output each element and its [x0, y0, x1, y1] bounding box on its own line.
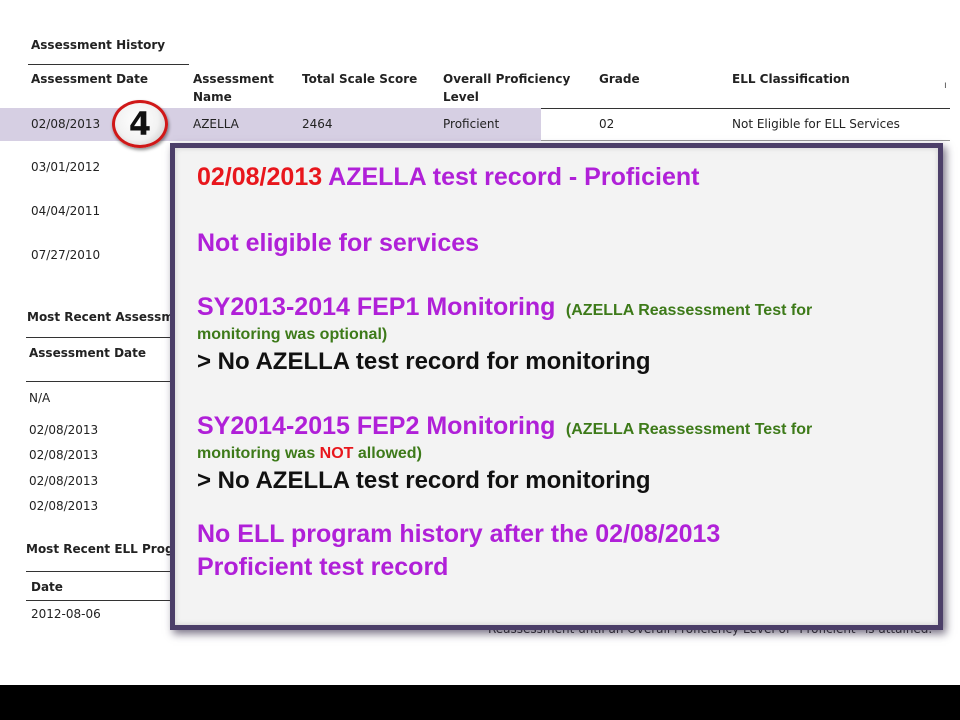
fep2-note-text: allowed): [353, 445, 422, 462]
recent-value: 02/08/2013: [29, 448, 99, 462]
section-rule: [26, 600, 176, 601]
fep2-note: (AZELLA Reassessment Test for: [565, 421, 813, 438]
program-date: 2012-08-06: [31, 607, 101, 621]
final-note-line2: Proficient test record: [197, 553, 449, 581]
row-grade: 02: [599, 117, 615, 131]
step-number-badge: 4: [112, 100, 168, 148]
recent-value: 02/08/2013: [29, 499, 99, 513]
callout-date: 02/08/2013: [197, 163, 323, 191]
col-grade: Grade: [599, 72, 640, 86]
col-date: Date: [31, 580, 63, 594]
col-assessment-date: Assessment Date: [29, 346, 147, 360]
section-rule: [26, 337, 176, 338]
section-underline: [28, 64, 189, 65]
col-ell-classification: ELL Classification: [732, 72, 850, 86]
callout-heading-text: AZELLA test record - Proficient: [322, 163, 700, 191]
final-note-line1: No ELL program history after the 02/08/2…: [197, 520, 721, 548]
fep2-note-text: monitoring was: [197, 445, 320, 462]
history-date: 03/01/2012: [31, 160, 101, 174]
bottom-black-bar: [0, 685, 960, 720]
recent-assessment-title: Most Recent Assessmen: [27, 310, 191, 324]
history-date: 07/27/2010: [31, 248, 101, 262]
row-level: Proficient: [443, 117, 500, 131]
fep1-note-cont: monitoring was optional): [197, 326, 388, 343]
row-classification: Not Eligible for ELL Services: [732, 117, 900, 131]
row-date: 02/08/2013: [31, 117, 101, 131]
ell-history-page: Assessment History Assessment Date Asses…: [0, 0, 960, 685]
col-assessment-name: Assessment Name: [193, 72, 274, 104]
callout-heading: 02/08/2013 AZELLA test record - Proficie…: [197, 163, 699, 192]
fep1-title-line: SY2013-2014 FEP1 Monitoring (AZELLA Reas…: [197, 293, 812, 322]
fep1-note: (AZELLA Reassessment Test for: [565, 302, 813, 319]
callout-eligibility: Not eligible for services: [197, 229, 480, 257]
recent-program-title: Most Recent ELL Progra: [26, 542, 188, 556]
fep2-title: SY2014-2015 FEP2 Monitoring: [197, 412, 556, 440]
recent-value: 02/08/2013: [29, 474, 99, 488]
fep1-title: SY2013-2014 FEP1 Monitoring: [197, 293, 556, 321]
col-total-scale-score: Total Scale Score: [302, 72, 418, 86]
section-rule: [26, 571, 176, 572]
row-name: AZELLA: [193, 117, 239, 131]
recent-value: N/A: [29, 391, 51, 405]
fep2-result: > No AZELLA test record for monitoring: [197, 467, 651, 494]
fep2-note-cont: monitoring was NOT allowed): [197, 445, 422, 463]
row-rule: [541, 140, 950, 141]
col-assessment-date: Assessment Date: [31, 72, 149, 86]
fep2-not-emphasis: NOT: [319, 445, 354, 462]
assessment-history-title: Assessment History: [31, 38, 166, 52]
col-overall-proficiency: Overall Proficiency Level: [443, 72, 571, 104]
row-score: 2464: [302, 117, 333, 131]
recent-value: 02/08/2013: [29, 423, 99, 437]
clipped-column-marker: ı: [944, 80, 947, 91]
section-rule: [26, 381, 176, 382]
fep2-title-line: SY2014-2015 FEP2 Monitoring (AZELLA Reas…: [197, 412, 812, 441]
annotation-callout: 02/08/2013 AZELLA test record - Proficie…: [170, 143, 943, 630]
history-date: 04/04/2011: [31, 204, 101, 218]
fep1-result: > No AZELLA test record for monitoring: [197, 348, 651, 375]
